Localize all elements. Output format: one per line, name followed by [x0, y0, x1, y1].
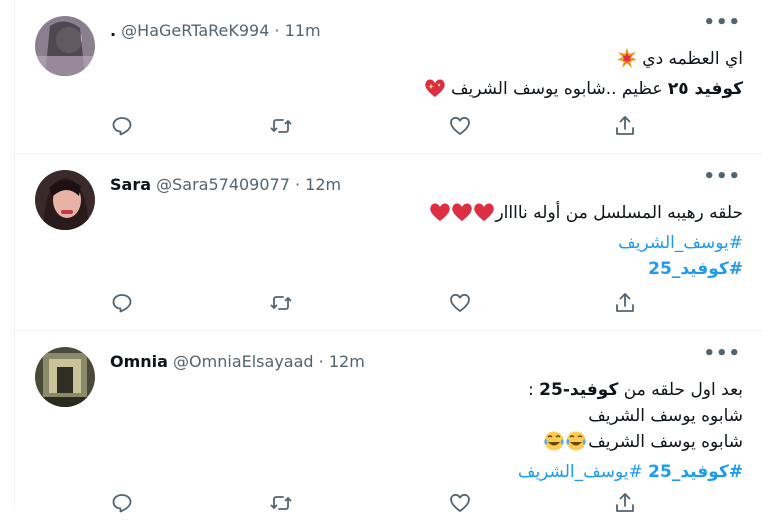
text-line: اي العظمه دي — [424, 46, 743, 76]
hashtag-link[interactable]: #يوسف_الشريف — [518, 462, 643, 482]
user-handle[interactable]: @OmniaElsayaad — [173, 352, 314, 371]
collision-emoji — [616, 48, 637, 76]
avatar[interactable] — [35, 347, 95, 407]
hashtag-link[interactable]: #كوفيد_25 — [429, 256, 743, 282]
text-segment: عظيم ..شابوه يوسف الشريف — [450, 79, 668, 99]
like-icon[interactable] — [448, 114, 472, 138]
separator-dot: · — [318, 352, 324, 371]
more-options-icon[interactable]: ••• — [703, 343, 741, 364]
avatar[interactable] — [35, 16, 95, 76]
reply-icon[interactable] — [110, 491, 134, 515]
sparkling-heart-emoji — [424, 78, 446, 106]
retweet-icon[interactable] — [269, 291, 293, 315]
text-line: بعد اول حلقه من كوفيد-25 : — [518, 377, 743, 403]
tweet-3[interactable]: Omnia @OmniaElsayaad · 12m ••• بعد اول ح… — [15, 331, 763, 531]
tweet-header: Sara @Sara57409077 · 12m — [110, 173, 341, 197]
tweet-1[interactable]: . @HaGeRTaReK994 · 11m ••• اي العظمه دي … — [15, 0, 763, 154]
user-handle[interactable]: @Sara57409077 — [156, 175, 290, 194]
separator-dot: · — [294, 175, 301, 194]
share-icon[interactable] — [613, 291, 637, 315]
like-icon[interactable] — [448, 291, 472, 315]
reply-icon[interactable] — [110, 291, 134, 315]
avatar[interactable] — [35, 170, 95, 230]
timestamp[interactable]: 12m — [305, 175, 341, 194]
retweet-icon[interactable] — [269, 491, 293, 515]
hashtag-link[interactable]: #كوفيد_25 — [648, 462, 743, 482]
text-line: #كوفيد_25 #يوسف_الشريف — [518, 459, 743, 485]
user-handle[interactable]: @HaGeRTaReK994 — [121, 21, 269, 40]
text-segment: بعد اول حلقه من — [618, 380, 743, 400]
text-segment: شابوه يوسف الشريف — [588, 432, 743, 452]
display-name[interactable]: Sara — [110, 175, 151, 194]
timestamp[interactable]: 12m — [329, 352, 365, 371]
tweet-text: حلقه رهيبه المسلسل من أوله ناااار #يوسف_… — [429, 200, 743, 282]
timestamp[interactable]: 11m — [285, 21, 321, 40]
separator-dot: · — [274, 21, 280, 40]
more-options-icon[interactable]: ••• — [703, 166, 741, 187]
tweet-2[interactable]: Sara @Sara57409077 · 12m ••• حلقه رهيبه … — [15, 154, 763, 331]
text-line: شابوه يوسف الشريف — [518, 429, 743, 459]
tweet-header: . @HaGeRTaReK994 · 11m — [110, 19, 321, 43]
more-options-icon[interactable]: ••• — [703, 12, 741, 33]
tweet-actions — [110, 291, 645, 315]
share-icon[interactable] — [613, 491, 637, 515]
share-icon[interactable] — [613, 114, 637, 138]
tweet-actions — [110, 491, 645, 515]
display-name[interactable]: Omnia — [110, 352, 168, 371]
tweet-actions — [110, 114, 645, 138]
reply-icon[interactable] — [110, 114, 134, 138]
hashtag-link[interactable]: #يوسف_الشريف — [429, 230, 743, 256]
text-segment: اي العظمه دي — [642, 49, 743, 69]
bold-text: كوفيد ٢٥ — [667, 79, 743, 99]
text-segment: : — [528, 380, 540, 400]
tears-of-joy-emoji — [544, 431, 588, 459]
red-heart-emoji — [429, 202, 495, 230]
text-segment: حلقه رهيبه المسلسل من أوله ناااار — [495, 203, 743, 223]
retweet-icon[interactable] — [269, 114, 293, 138]
text-line: حلقه رهيبه المسلسل من أوله ناااار — [429, 200, 743, 230]
bold-text: كوفيد-25 — [539, 380, 619, 400]
tweet-text: بعد اول حلقه من كوفيد-25 : شابوه يوسف ال… — [518, 377, 743, 485]
tweet-text: اي العظمه دي كوفيد ٢٥ عظيم ..شابوه يوسف … — [424, 46, 743, 106]
text-line: شابوه يوسف الشريف — [588, 406, 743, 426]
like-icon[interactable] — [448, 491, 472, 515]
display-name[interactable]: . — [110, 21, 116, 40]
tweet-header: Omnia @OmniaElsayaad · 12m — [110, 350, 365, 374]
text-line: كوفيد ٢٥ عظيم ..شابوه يوسف الشريف — [424, 76, 743, 106]
